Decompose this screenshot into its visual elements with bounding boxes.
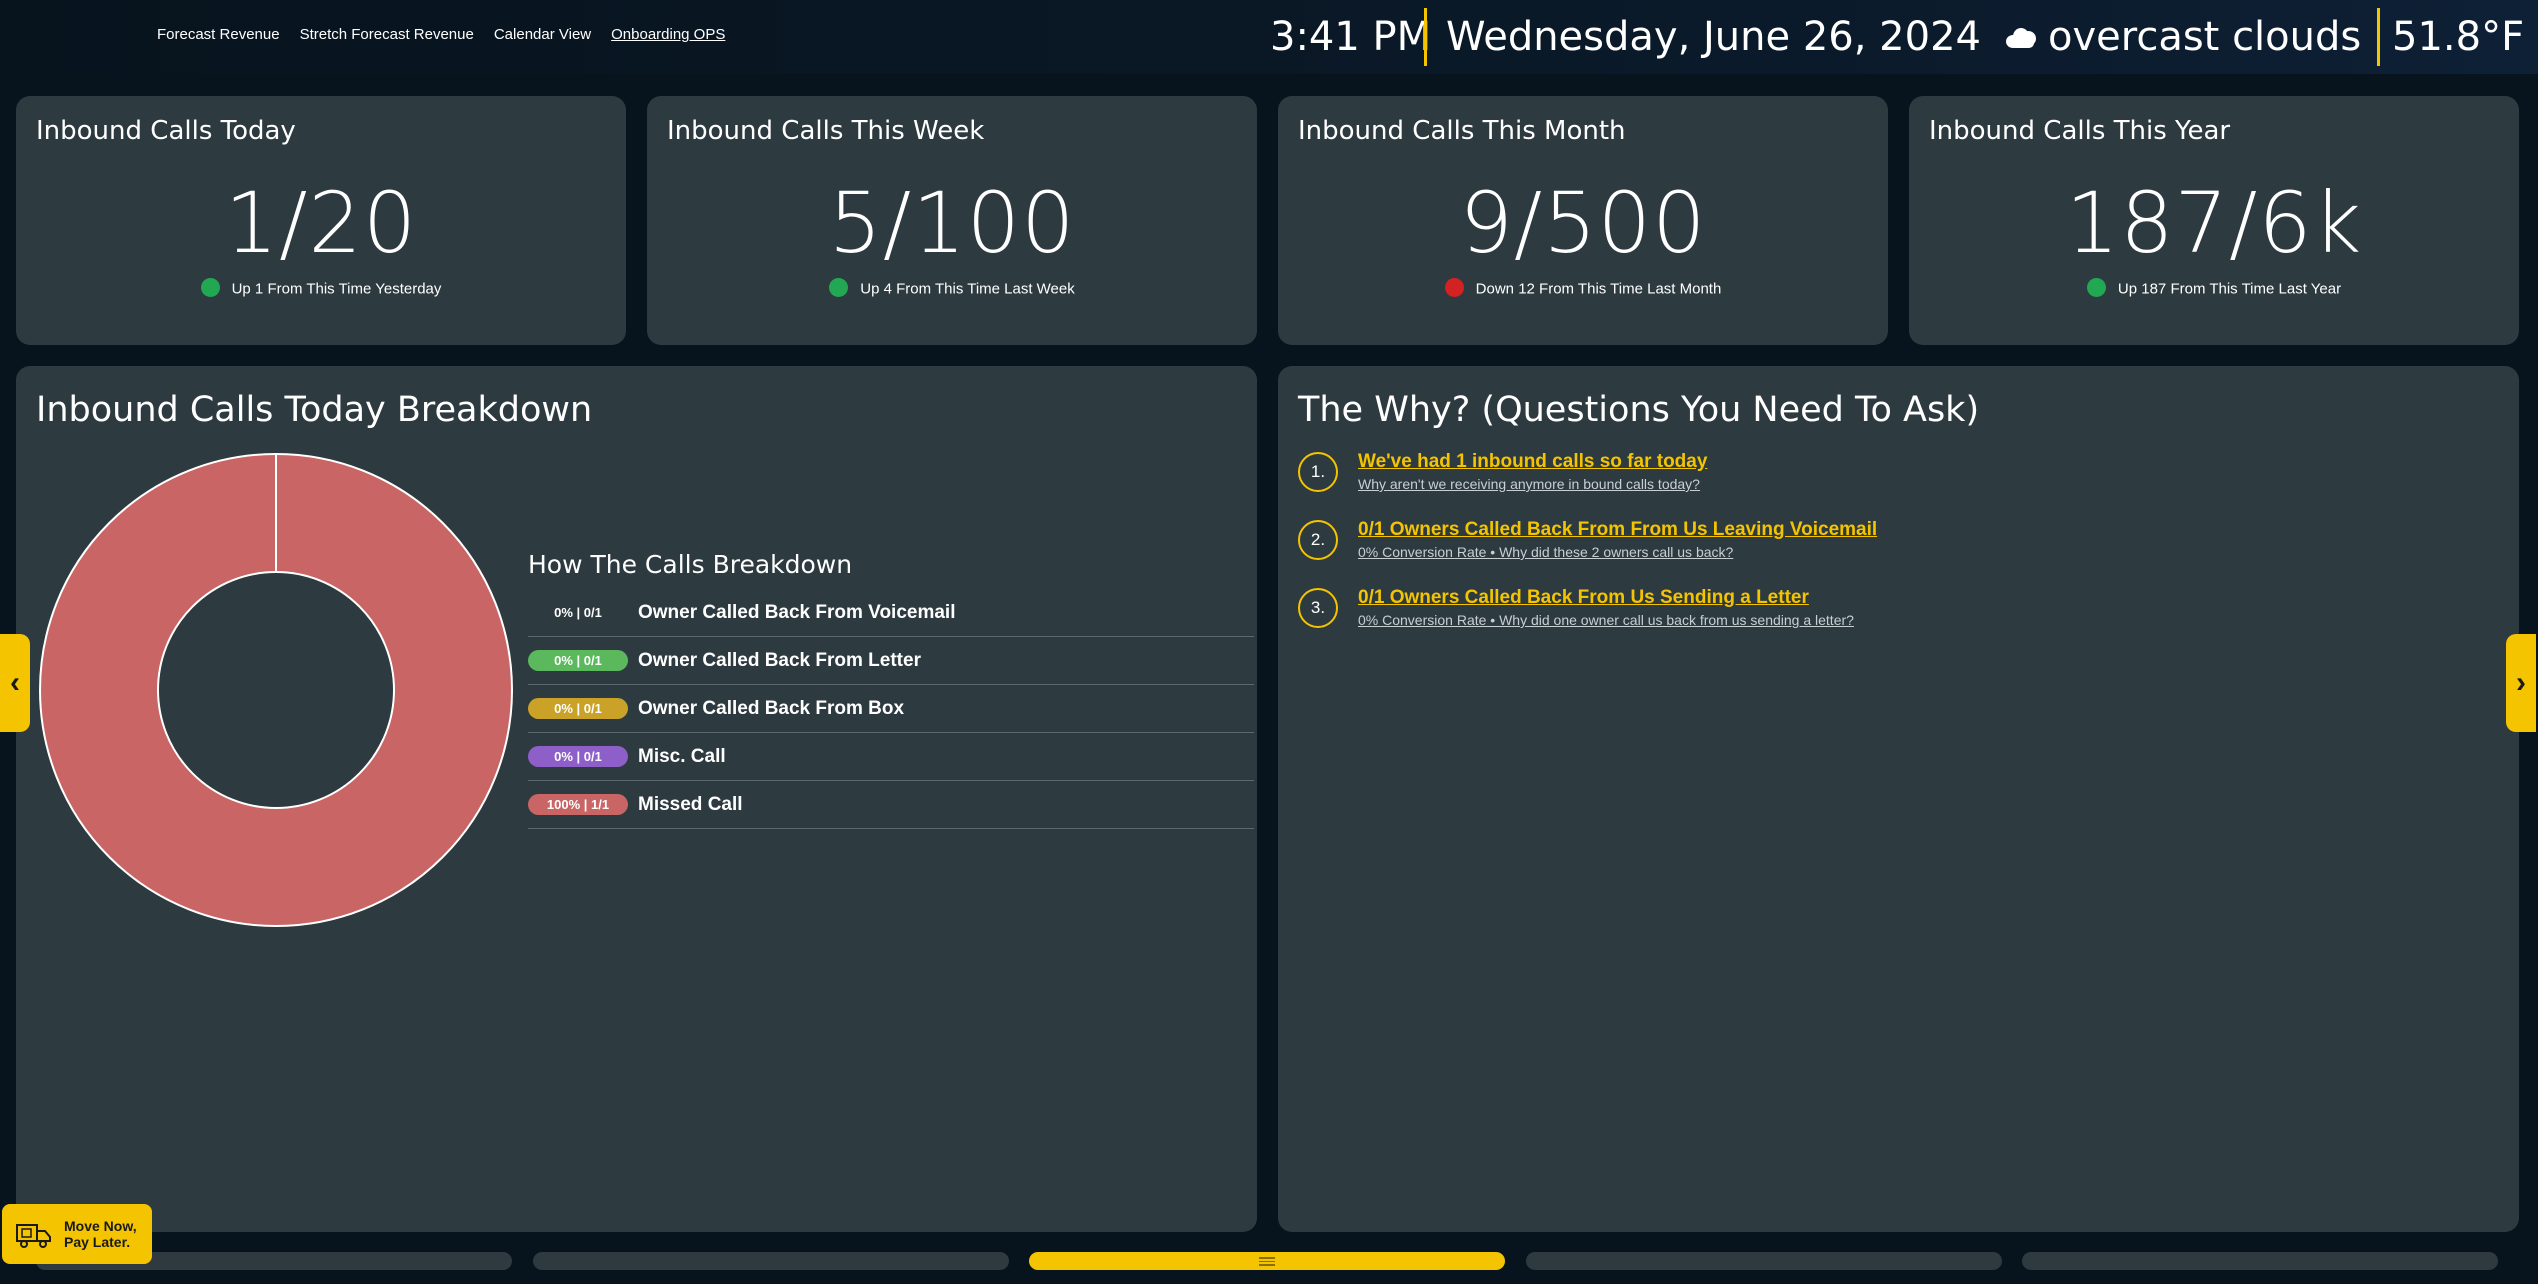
why-panel: The Why? (Questions You Need To Ask) 1. … (1278, 366, 2519, 1232)
move-now-pay-later-badge[interactable]: Move Now, Pay Later. (2, 1204, 152, 1264)
why-question-link[interactable]: We've had 1 inbound calls so far today (1358, 452, 1707, 472)
stat-title: Inbound Calls This Month (1298, 116, 1626, 146)
pager-tab-2[interactable] (533, 1252, 1009, 1270)
legend-row-box: 0% | 0/1 Owner Called Back From Box (528, 685, 1254, 733)
why-number: 1. (1298, 452, 1338, 492)
legend-title: How The Calls Breakdown (528, 550, 853, 579)
status-down-dot (1444, 278, 1464, 297)
stat-card-year: Inbound Calls This Year 187/6k Up 187 Fr… (1909, 96, 2519, 345)
legend-row-misc: 0% | 0/1 Misc. Call (528, 733, 1254, 781)
why-item: 2. 0/1 Owners Called Back From From Us L… (1298, 520, 1877, 588)
stat-value: 9/500 (1459, 174, 1707, 272)
why-list: 1. We've had 1 inbound calls so far toda… (1298, 452, 1877, 656)
chevron-left-icon: ‹ (10, 666, 20, 699)
breakdown-panel: Inbound Calls Today Breakdown How The Ca… (16, 366, 1257, 1232)
stat-delta-text: Down 12 From This Time Last Month (1475, 280, 1722, 298)
status-up-dot (200, 278, 220, 297)
nav-onboarding-ops[interactable]: Onboarding OPS (611, 26, 725, 43)
promo-line-2: Pay Later. (64, 1234, 131, 1250)
stat-delta: Up 187 From This Time Last Year (1909, 278, 2519, 299)
previous-page-button[interactable]: ‹ (0, 634, 30, 732)
stat-value: 187/6k (2065, 174, 2363, 272)
nav-forecast-revenue[interactable]: Forecast Revenue (157, 26, 280, 43)
stat-title: Inbound Calls This Year (1929, 116, 2231, 146)
stat-card-week: Inbound Calls This Week 5/100 Up 4 From … (647, 96, 1257, 345)
nav-calendar-view[interactable]: Calendar View (494, 26, 591, 43)
legend-pill: 0% | 0/1 (528, 650, 628, 671)
legend-row-missed: 100% | 1/1 Missed Call (528, 781, 1254, 829)
why-number: 3. (1298, 588, 1338, 628)
donut-chart (39, 453, 513, 927)
temperature: 51.8°F (2392, 14, 2525, 60)
legend-label: Misc. Call (638, 745, 726, 767)
legend-row-letter: 0% | 0/1 Owner Called Back From Letter (528, 637, 1254, 685)
legend-label: Owner Called Back From Voicemail (638, 601, 956, 623)
stat-card-month: Inbound Calls This Month 9/500 Down 12 F… (1278, 96, 1888, 345)
pager-tab-3-active[interactable] (1029, 1252, 1505, 1270)
why-item: 3. 0/1 Owners Called Back From Us Sendin… (1298, 588, 1877, 656)
stat-card-today: Inbound Calls Today 1/20 Up 1 From This … (16, 96, 626, 345)
why-title: The Why? (Questions You Need To Ask) (1298, 390, 1980, 430)
header-divider (2377, 8, 2380, 66)
stat-delta-text: Up 187 From This Time Last Year (2117, 280, 2342, 298)
stat-delta-text: Up 4 From This Time Last Week (860, 280, 1075, 298)
next-page-button[interactable]: › (2506, 634, 2536, 732)
why-question-link[interactable]: 0/1 Owners Called Back From Us Sending a… (1358, 588, 1854, 608)
moving-truck-icon (16, 1224, 51, 1248)
stat-delta: Down 12 From This Time Last Month (1278, 278, 1888, 299)
weather: overcast clouds (2006, 10, 2361, 64)
weather-description: overcast clouds (2048, 14, 2362, 60)
why-subtext-link[interactable]: 0% Conversion Rate • Why did these 2 own… (1358, 544, 1877, 560)
header-divider (1424, 8, 1427, 66)
status-up-dot (2086, 278, 2106, 297)
legend-label: Missed Call (638, 793, 743, 815)
nav-stretch-forecast-revenue[interactable]: Stretch Forecast Revenue (300, 26, 474, 43)
stat-value: 1/20 (224, 174, 418, 272)
legend-pill: 100% | 1/1 (528, 794, 628, 815)
legend-row-voicemail: 0% | 0/1 Owner Called Back From Voicemai… (528, 589, 1254, 637)
why-subtext-link[interactable]: 0% Conversion Rate • Why did one owner c… (1358, 612, 1854, 628)
legend-label: Owner Called Back From Letter (638, 649, 921, 671)
why-subtext-link[interactable]: Why aren't we receiving anymore in bound… (1358, 476, 1707, 492)
chevron-right-icon: › (2516, 666, 2526, 699)
current-date: Wednesday, June 26, 2024 (1446, 14, 1981, 60)
stat-title: Inbound Calls This Week (667, 116, 985, 146)
stat-title: Inbound Calls Today (36, 116, 296, 146)
stat-delta-text: Up 1 From This Time Yesterday (231, 280, 442, 298)
why-question-link[interactable]: 0/1 Owners Called Back From From Us Leav… (1358, 520, 1877, 540)
why-number: 2. (1298, 520, 1338, 560)
donut-inner-outline (157, 571, 395, 809)
legend-pill: 0% | 0/1 (528, 602, 628, 623)
pager-tab-5[interactable] (2022, 1252, 2498, 1270)
breakdown-legend: How The Calls Breakdown 0% | 0/1 Owner C… (528, 550, 1254, 829)
drag-handle-icon (1259, 1256, 1275, 1266)
legend-pill: 0% | 0/1 (528, 698, 628, 719)
legend-label: Owner Called Back From Box (638, 697, 905, 719)
cloud-icon (2006, 26, 2038, 48)
status-up-dot (829, 278, 849, 297)
stat-delta: Up 1 From This Time Yesterday (16, 278, 626, 299)
stat-value: 5/100 (828, 174, 1076, 272)
pager-tab-4[interactable] (1526, 1252, 2002, 1270)
top-bar: Forecast Revenue Stretch Forecast Revenu… (0, 0, 2538, 74)
breakdown-title: Inbound Calls Today Breakdown (36, 390, 593, 430)
legend-pill: 0% | 0/1 (528, 746, 628, 767)
stat-delta: Up 4 From This Time Last Week (647, 278, 1257, 299)
promo-line-1: Move Now, (64, 1218, 137, 1234)
current-time: 3:41 PM (1270, 14, 1432, 60)
why-item: 1. We've had 1 inbound calls so far toda… (1298, 452, 1877, 520)
top-nav: Forecast Revenue Stretch Forecast Revenu… (157, 26, 725, 43)
